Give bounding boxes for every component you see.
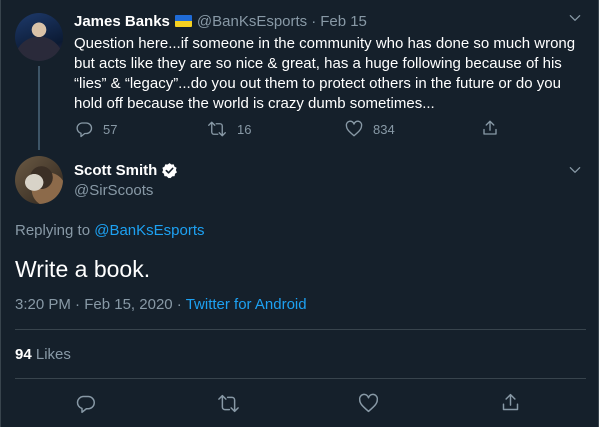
- replying-to-line: Replying to @BanKsEsports: [15, 222, 205, 239]
- main-avatar[interactable]: [15, 156, 63, 204]
- main-share-button[interactable]: [500, 392, 521, 413]
- likes-summary[interactable]: 94 Likes: [15, 346, 71, 363]
- parent-tweet-header: James Banks @BanKsEsports · Feb 15: [74, 12, 367, 30]
- reply-button[interactable]: 57: [75, 120, 117, 138]
- separator-dot: ·: [176, 296, 182, 313]
- chevron-down-icon[interactable]: [565, 8, 585, 28]
- retweet-icon: [218, 394, 239, 413]
- divider: [15, 329, 586, 330]
- retweet-count: 16: [237, 121, 252, 137]
- main-author-handle[interactable]: @SirScoots: [74, 182, 153, 199]
- main-tweet-text: Write a book.: [15, 256, 151, 282]
- reply-count: 57: [103, 121, 118, 137]
- verified-icon: [162, 163, 178, 179]
- replying-mention-link[interactable]: @BanKsEsports: [94, 222, 204, 239]
- retweet-button[interactable]: 16: [207, 120, 251, 138]
- separator-dot: ·: [311, 12, 317, 30]
- main-author-name[interactable]: Scott Smith: [74, 162, 157, 179]
- like-button[interactable]: 834: [345, 120, 395, 138]
- share-icon: [483, 120, 497, 135]
- likes-count: 94: [15, 346, 32, 363]
- tweet-meta: 3:20 PM · Feb 15, 2020 · Twitter for And…: [15, 296, 307, 313]
- tweet-thread: James Banks @BanKsEsports · Feb 15 Quest…: [0, 0, 599, 427]
- reply-icon: [76, 122, 93, 138]
- tweet-source-link[interactable]: Twitter for Android: [186, 296, 307, 313]
- main-like-button[interactable]: [358, 393, 379, 414]
- flag-icon: [174, 15, 192, 27]
- like-icon: [345, 120, 363, 137]
- replying-label: Replying to: [15, 222, 91, 239]
- divider: [15, 378, 586, 379]
- parent-avatar[interactable]: [15, 13, 63, 61]
- main-reply-button[interactable]: [75, 393, 96, 414]
- parent-tweet[interactable]: James Banks @BanKsEsports · Feb 15 Quest…: [1, 0, 599, 150]
- likes-label: Likes: [35, 346, 71, 363]
- tweet-time[interactable]: 3:20 PM: [15, 296, 71, 313]
- parent-tweet-text: Question here...if someone in the commun…: [74, 35, 576, 112]
- like-icon: [358, 393, 379, 413]
- parent-tweet-date[interactable]: Feb 15: [320, 13, 367, 30]
- thread-connector-line: [38, 66, 40, 150]
- parent-author-handle[interactable]: @BanKsEsports: [197, 13, 307, 30]
- reply-icon: [76, 395, 95, 413]
- like-count: 834: [373, 121, 395, 137]
- retweet-icon: [208, 121, 226, 137]
- share-button[interactable]: [481, 119, 499, 137]
- parent-author-name[interactable]: James Banks: [74, 13, 170, 30]
- share-icon: [502, 393, 519, 411]
- main-author-row: Scott Smith: [74, 162, 178, 179]
- main-retweet-button[interactable]: [217, 393, 240, 414]
- separator-dot: ·: [75, 296, 81, 313]
- chevron-down-icon[interactable]: [565, 160, 585, 180]
- tweet-date[interactable]: Feb 15, 2020: [84, 296, 172, 313]
